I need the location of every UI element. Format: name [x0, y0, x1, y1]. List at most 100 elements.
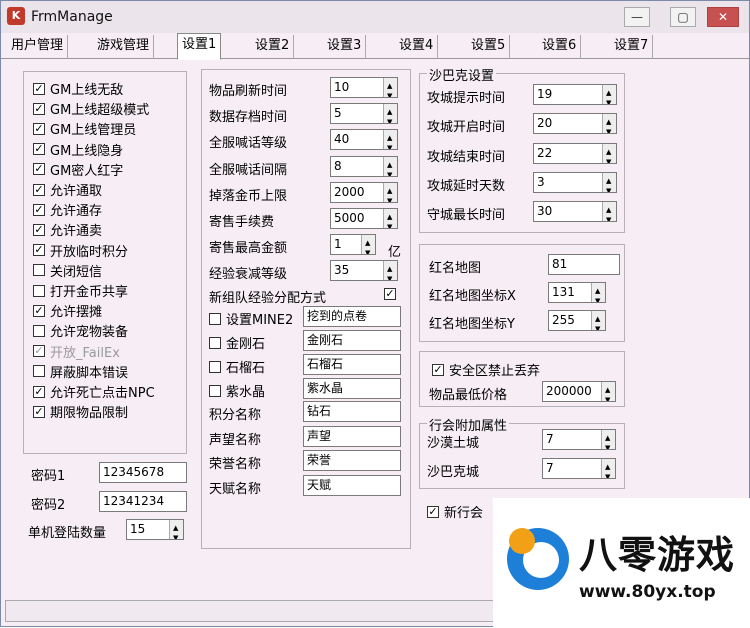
spin-arrows-icon[interactable]	[383, 261, 397, 281]
game-param-stepper[interactable]: 8	[330, 155, 398, 177]
spin-arrows-icon[interactable]	[602, 172, 616, 192]
game-param-stepper[interactable]: 5000	[330, 208, 398, 229]
sabak-field-stepper[interactable]: 30	[533, 201, 617, 223]
checkbox-icon: ✓	[33, 202, 45, 216]
tab-settings-7[interactable]: 设置7	[610, 35, 654, 59]
maximize-button[interactable]: ▢	[670, 7, 696, 27]
checkbox-icon: ✓	[33, 243, 45, 257]
name-setting-label: 声望名称	[209, 432, 262, 448]
gm-option-label: 打开金币共享	[50, 285, 129, 300]
gm-option-checkbox[interactable]: 打开金币共享	[33, 281, 128, 300]
gm-option-checkbox[interactable]: ✓ 允许死亡点击NPC	[33, 382, 155, 401]
mine-option-field[interactable]: 石榴石	[303, 354, 401, 375]
name-setting-field[interactable]: 钻石	[303, 401, 401, 422]
name-setting-label: 荣誉名称	[209, 457, 262, 472]
game-param-stepper[interactable]: 35	[330, 260, 398, 282]
spin-arrows-icon[interactable]	[383, 182, 397, 202]
gm-option-checkbox[interactable]: ✓ GM密人红字	[33, 160, 123, 179]
tab-settings-2[interactable]: 设置2	[251, 35, 295, 59]
gm-option-checkbox[interactable]: ✓ 开放临时积分	[33, 241, 128, 260]
red-name-coord-stepper[interactable]: 131	[548, 282, 606, 303]
min-price-label: 物品最低价格	[429, 388, 508, 403]
safe-zone-checkbox[interactable]: ✓ 安全区禁止丢弃	[432, 360, 540, 379]
spin-arrows-icon[interactable]	[383, 209, 397, 228]
spin-arrows-icon[interactable]	[591, 311, 605, 330]
gm-option-checkbox[interactable]: ✓ 允许通存	[33, 200, 102, 219]
name-setting-field[interactable]: 荣誉	[303, 450, 401, 471]
sabak-field-stepper[interactable]: 3	[533, 171, 617, 193]
guild-city-stepper[interactable]: 7	[542, 458, 616, 479]
spin-arrows-icon[interactable]	[383, 130, 397, 150]
checkbox-icon	[209, 336, 221, 349]
guild-city-stepper[interactable]: 7	[542, 429, 616, 450]
guild-city-label: 沙巴克城	[427, 465, 480, 480]
tab-settings-5[interactable]: 设置5	[467, 35, 511, 59]
gm-option-checkbox[interactable]: ✓ 期限物品限制	[33, 402, 128, 421]
game-param-stepper[interactable]: 5	[330, 103, 398, 125]
spin-arrows-icon[interactable]	[602, 85, 616, 104]
gm-option-checkbox[interactable]: ✓ 允许通取	[33, 180, 102, 199]
tab-settings-4[interactable]: 设置4	[395, 35, 439, 59]
password2-field[interactable]: 12341234	[99, 491, 187, 512]
name-setting-field[interactable]: 声望	[303, 425, 401, 447]
spin-arrows-icon[interactable]	[591, 283, 605, 302]
tab-settings-3[interactable]: 设置3	[323, 35, 367, 59]
game-param-stepper[interactable]: 10	[330, 77, 398, 98]
gm-option-checkbox[interactable]: ✓ GM上线无敌	[33, 79, 123, 98]
game-param-stepper[interactable]: 2000	[330, 181, 398, 203]
game-param-stepper[interactable]: 40	[330, 129, 398, 151]
game-param-stepper[interactable]: 1	[330, 234, 376, 256]
password1-field[interactable]: 12345678	[99, 462, 187, 483]
gm-option-checkbox[interactable]: ✓ GM上线管理员	[33, 119, 136, 138]
gm-option-checkbox[interactable]: ✓ GM上线超级模式	[33, 99, 149, 118]
spin-arrows-icon[interactable]	[601, 430, 615, 449]
spin-arrows-icon[interactable]	[601, 459, 615, 478]
mine-option-field[interactable]: 紫水晶	[303, 378, 401, 399]
tab-game-manage[interactable]: 游戏管理	[93, 35, 155, 59]
mine-option-field[interactable]: 金刚石	[303, 330, 401, 351]
checkbox-icon: ✓	[33, 303, 45, 317]
gm-option-label: 允许通取	[50, 184, 103, 199]
checkbox-icon: ✓	[33, 101, 45, 115]
min-price-stepper[interactable]: 200000	[542, 381, 616, 402]
tab-settings-6[interactable]: 设置6	[538, 35, 582, 59]
gm-option-checkbox[interactable]: 屏蔽脚本错误	[33, 362, 128, 381]
mine-option-checkbox[interactable]: 紫水晶	[209, 381, 265, 400]
spin-arrows-icon[interactable]	[602, 114, 616, 134]
red-name-coord-stepper[interactable]: 255	[548, 310, 606, 331]
close-button[interactable]: ✕	[707, 7, 739, 27]
red-name-coord-value: 131	[552, 285, 575, 299]
login-count-stepper[interactable]: 15	[126, 519, 184, 540]
minimize-button[interactable]: —	[624, 7, 650, 27]
team-exp-checkbox[interactable]: ✓	[384, 288, 401, 300]
gm-option-checkbox[interactable]: ✓ 允许通卖	[33, 220, 102, 239]
sabak-field-stepper[interactable]: 22	[533, 142, 617, 164]
login-count-value: 15	[130, 522, 146, 536]
tab-settings-1[interactable]: 设置1	[177, 33, 222, 60]
spin-arrows-icon[interactable]	[169, 520, 183, 539]
tab-user-manage[interactable]: 用户管理	[7, 35, 69, 59]
checkbox-icon: ✓	[384, 287, 396, 300]
mine-option-checkbox[interactable]: 石榴石	[209, 357, 265, 376]
spin-arrows-icon[interactable]	[383, 156, 397, 176]
gm-option-label: 期限物品限制	[50, 406, 129, 422]
spin-arrows-icon[interactable]	[383, 104, 397, 124]
title-bar[interactable]: K FrmManage — ▢ ✕	[1, 1, 749, 33]
spin-arrows-icon[interactable]	[602, 202, 616, 222]
mine-option-field[interactable]: 挖到的点卷	[303, 306, 401, 327]
gm-option-checkbox[interactable]: 关闭短信	[33, 261, 102, 280]
spin-arrows-icon[interactable]	[361, 235, 375, 255]
sabak-field-stepper[interactable]: 19	[533, 84, 617, 105]
spin-arrows-icon[interactable]	[383, 78, 397, 97]
mine-option-checkbox[interactable]: 设置MINE2	[209, 309, 293, 328]
gm-option-checkbox[interactable]: 允许宠物装备	[33, 321, 128, 340]
gm-option-checkbox[interactable]: ✓ GM上线隐身	[33, 140, 123, 159]
sabak-field-stepper[interactable]: 20	[533, 113, 617, 135]
spin-arrows-icon[interactable]	[602, 143, 616, 163]
mine-option-checkbox[interactable]: 金刚石	[209, 333, 265, 352]
red-name-map-field[interactable]: 81	[548, 254, 620, 275]
new-guild-checkbox[interactable]: ✓ 新行会	[427, 502, 483, 521]
gm-option-checkbox[interactable]: ✓ 允许摆摊	[33, 301, 102, 320]
spin-arrows-icon[interactable]	[601, 382, 615, 401]
name-setting-field[interactable]: 天赋	[303, 474, 401, 496]
